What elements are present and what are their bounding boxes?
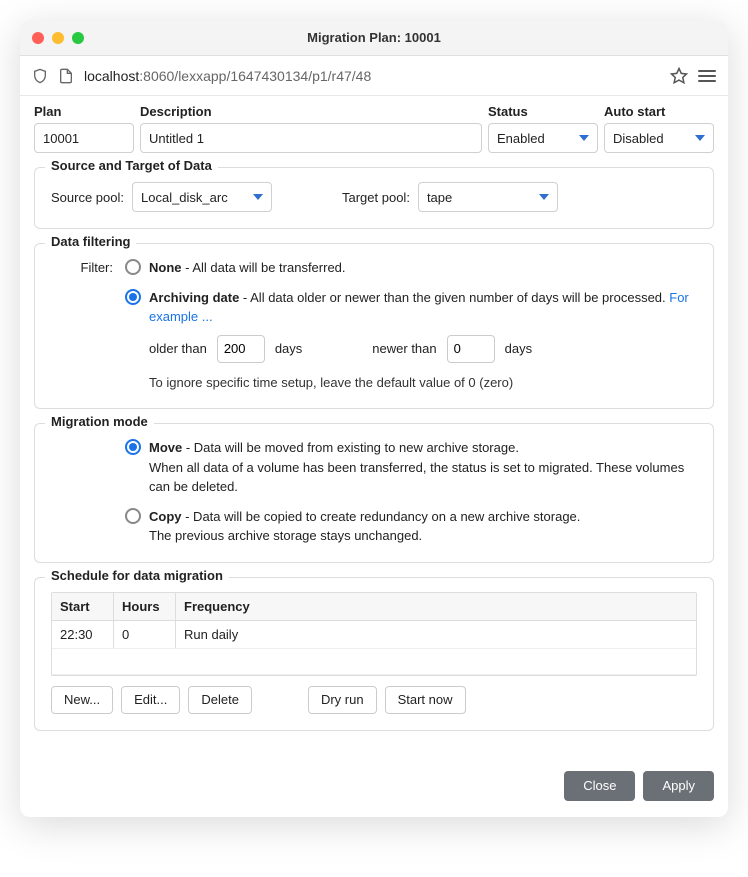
shield-icon[interactable]: [32, 68, 48, 84]
source-target-fieldset: Source and Target of Data Source pool: L…: [34, 167, 714, 229]
plan-label: Plan: [34, 104, 134, 119]
filter-archiving-text: Archiving date - All data older or newer…: [149, 288, 697, 393]
col-start: Start: [52, 593, 114, 620]
autostart-label: Auto start: [604, 104, 714, 119]
dialog-footer: Close Apply: [20, 757, 728, 817]
table-header: Start Hours Frequency: [52, 593, 696, 621]
dry-run-button[interactable]: Dry run: [308, 686, 377, 714]
older-than-label: older than: [149, 339, 207, 359]
cell-frequency: Run daily: [176, 621, 696, 648]
source-target-legend: Source and Target of Data: [45, 158, 218, 173]
url-host: localhost: [84, 68, 139, 84]
schedule-legend: Schedule for data migration: [45, 568, 229, 583]
filter-none-text: None - All data will be transferred.: [149, 258, 346, 278]
autostart-select[interactable]: Disabled: [604, 123, 714, 153]
edit-button[interactable]: Edit...: [121, 686, 180, 714]
filter-archiving-radio[interactable]: [125, 289, 141, 305]
schedule-buttons: New... Edit... Delete Dry run Start now: [51, 686, 697, 714]
status-select[interactable]: Enabled: [488, 123, 598, 153]
maximize-window-icon[interactable]: [72, 32, 84, 44]
status-label: Status: [488, 104, 598, 119]
apply-button[interactable]: Apply: [643, 771, 714, 801]
titlebar: Migration Plan: 10001: [20, 20, 728, 56]
url-display[interactable]: localhost:8060/lexxapp/1647430134/p1/r47…: [84, 68, 660, 84]
table-row-empty: [52, 649, 696, 675]
chevron-down-icon: [253, 194, 263, 200]
close-window-icon[interactable]: [32, 32, 44, 44]
col-hours: Hours: [114, 593, 176, 620]
plan-input[interactable]: 10001: [34, 123, 134, 153]
close-button[interactable]: Close: [564, 771, 635, 801]
url-rest: :8060/lexxapp/1647430134/p1/r47/48: [139, 68, 371, 84]
description-label: Description: [140, 104, 482, 119]
filter-label: Filter:: [51, 258, 113, 392]
window-title: Migration Plan: 10001: [20, 30, 728, 45]
traffic-lights: [32, 32, 84, 44]
page-icon[interactable]: [58, 68, 74, 84]
days-label: days: [505, 339, 532, 359]
minimize-window-icon[interactable]: [52, 32, 64, 44]
hamburger-menu-icon[interactable]: [698, 67, 716, 85]
chevron-down-icon: [539, 194, 549, 200]
top-fields-row: Plan 10001 Description Untitled 1 Status…: [34, 104, 714, 153]
mode-copy-radio[interactable]: [125, 508, 141, 524]
col-frequency: Frequency: [176, 593, 696, 620]
migration-mode-legend: Migration mode: [45, 414, 154, 429]
delete-button[interactable]: Delete: [188, 686, 252, 714]
start-now-button[interactable]: Start now: [385, 686, 466, 714]
table-row[interactable]: 22:30 0 Run daily: [52, 621, 696, 649]
source-pool-select[interactable]: Local_disk_arc: [132, 182, 272, 212]
chevron-down-icon: [695, 135, 705, 141]
mode-copy-text: Copy - Data will be copied to create red…: [149, 507, 580, 546]
data-filtering-legend: Data filtering: [45, 234, 136, 249]
filter-hint: To ignore specific time setup, leave the…: [149, 373, 697, 393]
target-pool-select[interactable]: tape: [418, 182, 558, 212]
app-window: Migration Plan: 10001 localhost:8060/lex…: [20, 20, 728, 817]
mode-move-text: Move - Data will be moved from existing …: [149, 438, 697, 497]
older-than-input[interactable]: [217, 335, 265, 363]
cell-hours: 0: [114, 621, 176, 648]
schedule-fieldset: Schedule for data migration Start Hours …: [34, 577, 714, 731]
new-button[interactable]: New...: [51, 686, 113, 714]
description-input[interactable]: Untitled 1: [140, 123, 482, 153]
cell-start: 22:30: [52, 621, 114, 648]
source-pool-label: Source pool:: [51, 190, 124, 205]
chevron-down-icon: [579, 135, 589, 141]
filter-none-radio[interactable]: [125, 259, 141, 275]
target-pool-label: Target pool:: [342, 190, 410, 205]
content-area: Plan 10001 Description Untitled 1 Status…: [20, 96, 728, 757]
newer-than-label: newer than: [372, 339, 436, 359]
data-filtering-fieldset: Data filtering Filter: None - All data w…: [34, 243, 714, 409]
migration-mode-fieldset: Migration mode Move - Data will be moved…: [34, 423, 714, 563]
schedule-table: Start Hours Frequency 22:30 0 Run daily: [51, 592, 697, 676]
mode-move-radio[interactable]: [125, 439, 141, 455]
address-bar: localhost:8060/lexxapp/1647430134/p1/r47…: [20, 56, 728, 96]
newer-than-input[interactable]: [447, 335, 495, 363]
days-label: days: [275, 339, 302, 359]
bookmark-star-icon[interactable]: [670, 67, 688, 85]
